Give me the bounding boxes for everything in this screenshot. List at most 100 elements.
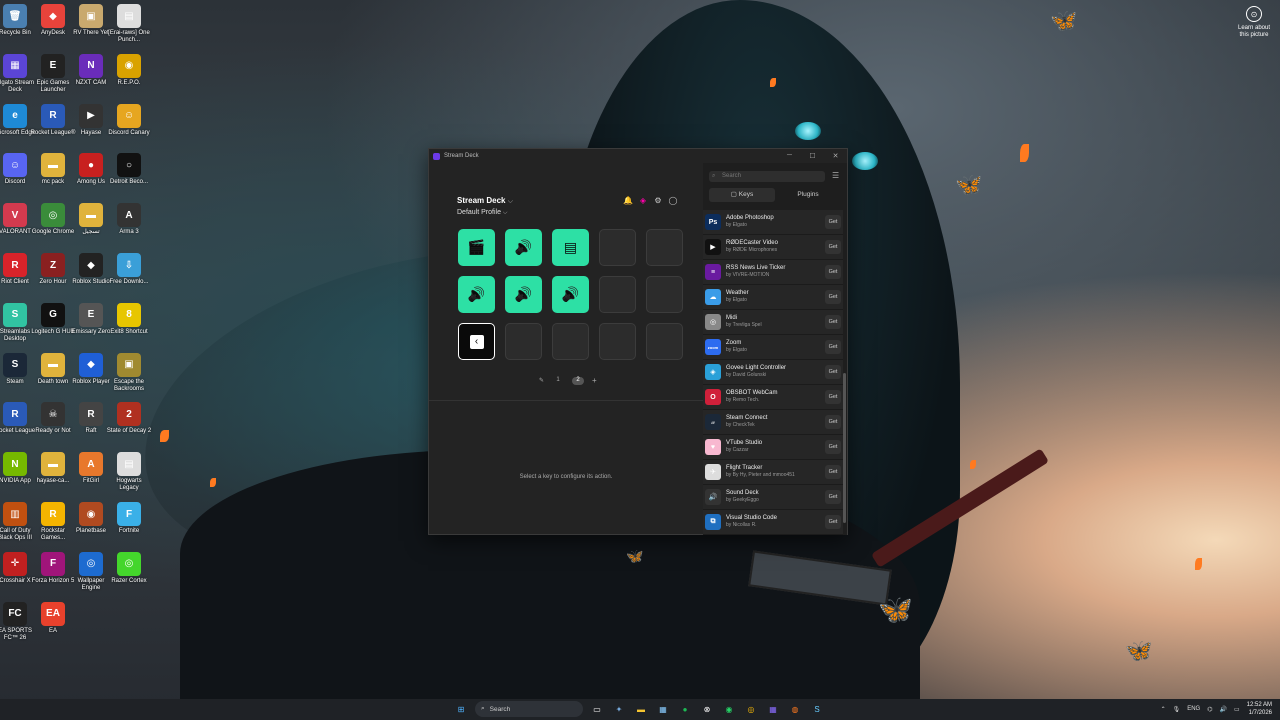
user-icon[interactable]: ◯ <box>668 195 678 205</box>
get-plugin-button[interactable]: Get <box>825 315 841 329</box>
desktop-icon[interactable]: FC EA SPORTS FC™ 26 <box>0 601 32 652</box>
whatsapp-icon[interactable]: ◉ <box>721 701 737 717</box>
action-key[interactable]: 🔊 <box>505 229 542 266</box>
page-1[interactable]: 1 <box>552 377 564 385</box>
plugin-item[interactable]: Ps Adobe Photoshop by Elgato Get <box>703 210 843 235</box>
language-indicator[interactable]: ENG <box>1187 706 1200 712</box>
desktop-icon[interactable]: ▣ RV There Yet <box>73 4 109 54</box>
get-plugin-button[interactable]: Get <box>825 215 841 229</box>
plugin-item[interactable]: zoom Zoom by Elgato Get <box>703 335 843 360</box>
plugin-item[interactable]: /// Steam Connect by CheckTek Get <box>703 410 843 435</box>
desktop-icon[interactable]: G Logitech G HUB <box>31 302 75 353</box>
desktop-icon[interactable]: ▬ hayase-ca... <box>37 452 69 502</box>
desktop-icon[interactable]: R Raft <box>76 402 106 452</box>
marketplace-icon[interactable]: ◈ <box>638 195 648 205</box>
desktop-icon[interactable]: ▦Elgato Stream Deck <box>0 53 34 104</box>
pin-icon[interactable]: ✎ <box>539 377 544 384</box>
add-page-icon[interactable]: + <box>592 376 597 385</box>
empty-key[interactable] <box>599 229 636 266</box>
desktop-icon[interactable]: ◉ Planetbase <box>76 502 106 552</box>
desktop-icon[interactable]: E Emissary Zero <box>72 302 110 353</box>
desktop-icon[interactable]: ▤ [Erai-raws] One Punch... <box>108 4 150 54</box>
desktop-icon[interactable]: 🗑 Recycle Bin <box>0 4 31 54</box>
device-selector[interactable]: Stream Deck ⌵ <box>457 196 513 206</box>
desktop-icon[interactable]: ◉ R.E.P.O. <box>114 53 144 104</box>
search-input[interactable]: ⌕ Search <box>709 171 825 182</box>
plugin-item[interactable]: 🔊 Sound Deck by GeekyEggo Get <box>703 485 843 510</box>
desktop-icon[interactable]: eMicrosoft Edge <box>0 103 35 154</box>
desktop-icon[interactable]: ▬ mc pack <box>38 153 68 203</box>
volume-icon[interactable]: 🔊 <box>1219 706 1226 713</box>
desktop-icon[interactable]: ◎ Google Chrome <box>32 203 74 253</box>
desktop-icon[interactable]: R Rockstar Games... <box>38 502 68 552</box>
stream-deck-taskbar-icon[interactable]: ▦ <box>765 701 781 717</box>
taskbar-search[interactable]: ⌕ Search <box>475 701 583 717</box>
desktop-icon[interactable]: ▬ Death town <box>38 352 68 403</box>
xbox-icon[interactable]: ⊗ <box>699 701 715 717</box>
back-key[interactable]: ‹ <box>458 323 495 360</box>
desktop-icon[interactable]: ◆ Roblox Studio <box>72 253 110 303</box>
desktop-icon[interactable]: ◆ Roblox Player <box>72 352 110 403</box>
desktop-icon[interactable]: N NVIDIA App <box>0 452 31 502</box>
get-plugin-button[interactable]: Get <box>825 390 841 404</box>
desktop-icon[interactable]: ◎ Razer Cortex <box>111 551 147 602</box>
desktop-icon[interactable]: ○ Detroit Beco... <box>110 153 148 203</box>
desktop-icon[interactable]: ▣ Escape the Backrooms <box>114 352 144 403</box>
learn-about-picture[interactable]: ⊙ Learn about this picture <box>1234 6 1274 39</box>
empty-key[interactable] <box>599 323 636 360</box>
desktop-icon[interactable]: ☠ Ready or Not <box>35 402 71 452</box>
desktop-icon[interactable]: R Rocket League® <box>31 103 75 154</box>
get-plugin-button[interactable]: Get <box>825 265 841 279</box>
tab-plugins[interactable]: Plugins <box>775 188 841 202</box>
plugin-item[interactable]: ◎ Midi by Trevliga Spel Get <box>703 310 843 335</box>
get-plugin-button[interactable]: Get <box>825 240 841 254</box>
steam-taskbar-icon[interactable]: S <box>809 701 825 717</box>
chrome-icon[interactable]: ◎ <box>743 701 759 717</box>
desktop-icon[interactable]: ▤ Hogwarts Legacy <box>114 452 144 502</box>
empty-key[interactable] <box>646 323 683 360</box>
copilot-icon[interactable]: ✦ <box>611 701 627 717</box>
empty-key[interactable] <box>646 229 683 266</box>
desktop-icon[interactable]: ◎ Wallpaper Engine <box>76 551 106 602</box>
desktop-icon[interactable]: A FitGirl <box>76 452 106 502</box>
action-key[interactable]: 🔊 <box>505 276 542 313</box>
empty-key[interactable] <box>505 323 542 360</box>
microphone-icon[interactable]: 🎙 <box>1173 706 1181 713</box>
empty-key[interactable] <box>599 276 636 313</box>
list-view-icon[interactable]: ☰ <box>832 171 839 180</box>
action-key[interactable]: 🎬 <box>458 229 495 266</box>
desktop-icon[interactable]: ◆ AnyDesk <box>38 4 68 54</box>
get-plugin-button[interactable]: Get <box>825 365 841 379</box>
desktop-icon[interactable]: ▬ تسجيل <box>76 203 106 253</box>
get-plugin-button[interactable]: Get <box>825 440 841 454</box>
get-plugin-button[interactable]: Get <box>825 465 841 479</box>
empty-key[interactable] <box>646 276 683 313</box>
firefox-icon[interactable]: ◍ <box>787 701 803 717</box>
minimize-button[interactable]: ─ <box>778 152 801 160</box>
action-key[interactable]: 🔊 <box>458 276 495 313</box>
empty-key[interactable] <box>552 323 589 360</box>
title-bar[interactable]: Stream Deck ─ ☐ ✕ <box>429 149 847 163</box>
network-icon[interactable]: ⌬ <box>1207 706 1212 713</box>
sidebar-scrollbar[interactable] <box>843 373 846 523</box>
desktop-icon[interactable]: F Forza Horizon 5 <box>32 551 74 602</box>
desktop-icon[interactable]: R Riot Client <box>0 253 30 303</box>
desktop-icon[interactable]: N NZXT CAM <box>76 53 106 104</box>
task-view-icon[interactable]: ▭ <box>589 701 605 717</box>
desktop-icon[interactable]: F Fortnite <box>114 502 144 552</box>
desktop-icon[interactable]: ☺ Discord Canary <box>108 103 150 154</box>
desktop-icon[interactable]: Z Zero Hour <box>38 253 68 303</box>
file-explorer-icon[interactable]: ▬ <box>633 701 649 717</box>
desktop-icon[interactable]: ✛ Crosshair X <box>0 551 31 602</box>
desktop-icon[interactable]: EA EA <box>38 601 68 652</box>
desktop-icon[interactable]: ▶ Hayase <box>76 103 106 154</box>
photos-icon[interactable]: ▦ <box>655 701 671 717</box>
desktop-icon[interactable]: A Arma 3 <box>114 203 144 253</box>
desktop-icon[interactable]: V VALORANT <box>0 203 31 253</box>
battery-icon[interactable]: ▭ <box>1234 706 1240 713</box>
desktop-icon[interactable]: 8 Exit8 Shortcut <box>110 302 148 353</box>
close-button[interactable]: ✕ <box>824 152 847 160</box>
plugin-item[interactable]: ▶ RØDECaster Video by RØDE Microphones Get <box>703 235 843 260</box>
desktop-icon[interactable]: E Epic Games Launcher <box>37 53 69 104</box>
action-key[interactable]: ▤ <box>552 229 589 266</box>
